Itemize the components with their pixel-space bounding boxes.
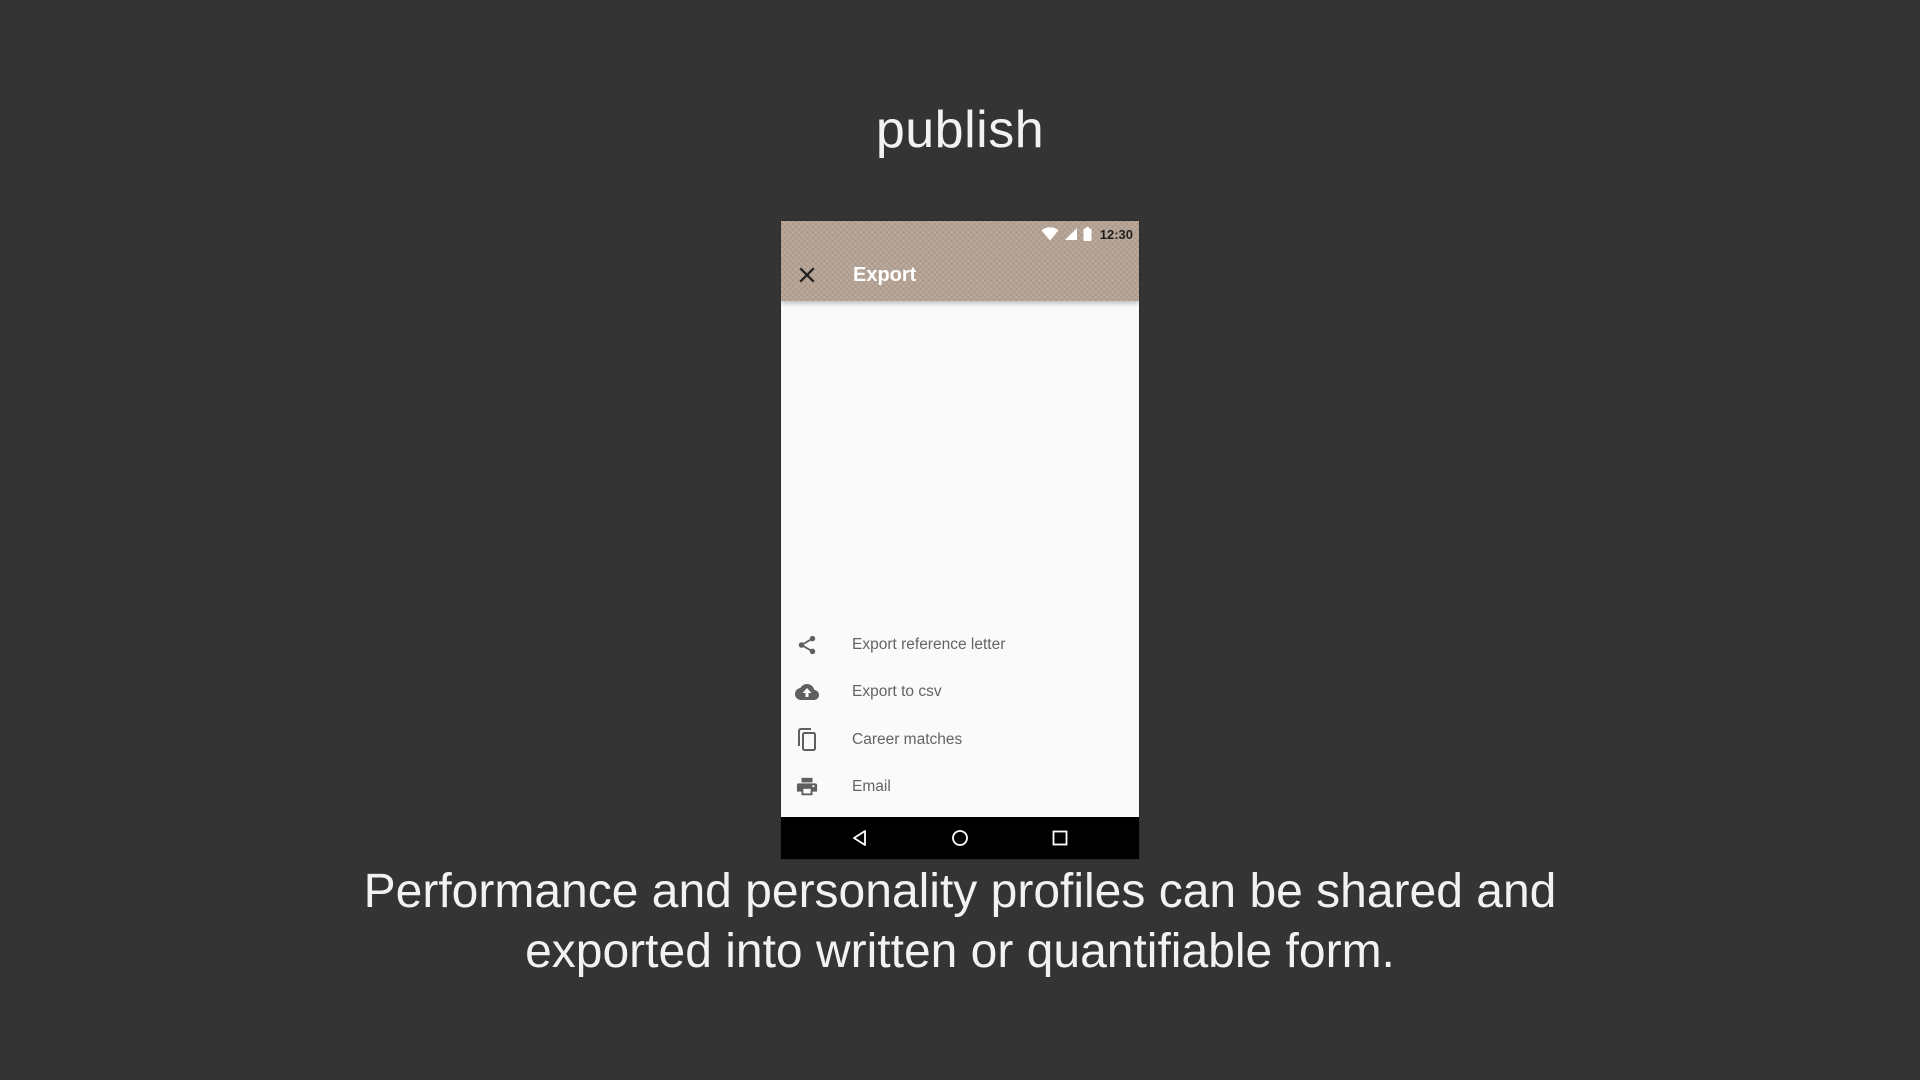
menu-item-label: Export to csv — [852, 683, 942, 701]
back-button[interactable] — [840, 817, 880, 859]
menu-item-email[interactable]: Email — [781, 764, 1139, 812]
nav-bar — [781, 817, 1139, 859]
wifi-icon — [1041, 227, 1059, 241]
back-icon — [853, 830, 866, 846]
home-icon — [952, 830, 968, 846]
menu-item-label: Career matches — [852, 730, 963, 748]
menu-item-career-matches[interactable]: Career matches — [781, 716, 1139, 764]
menu-item-export-reference-letter[interactable]: Export reference letter — [781, 621, 1139, 669]
menu-item-label: Email — [852, 778, 891, 796]
recents-icon — [1052, 830, 1068, 846]
menu-item-export-to-csv[interactable]: Export to csv — [781, 669, 1139, 717]
share-icon — [798, 635, 816, 654]
battery-icon — [1083, 227, 1092, 241]
status-bar: 12:30 — [1041, 224, 1133, 244]
menu-item-label: Export reference letter — [852, 635, 1006, 653]
slide-title: publish — [875, 101, 1045, 159]
signal-icon — [1064, 228, 1077, 240]
app-bar-title: Export — [853, 264, 917, 286]
close-button[interactable] — [793, 261, 821, 289]
home-button[interactable] — [940, 817, 980, 859]
phone-screen: 12:30 Export Export reference letter Exp… — [781, 221, 1139, 859]
status-time: 12:30 — [1099, 226, 1133, 242]
close-icon — [799, 267, 815, 283]
recents-button[interactable] — [1040, 817, 1080, 859]
export-menu: Export reference letter Export to csv Ca… — [781, 621, 1139, 811]
slide-caption: Performance and personality profiles can… — [363, 865, 1557, 978]
print-icon — [796, 778, 818, 796]
slide: publish 12:30 Export Export reference le… — [0, 0, 1920, 1080]
app-bar: 12:30 Export — [781, 221, 1139, 301]
copy-icon — [798, 727, 816, 751]
cloud-upload-icon — [795, 684, 819, 701]
